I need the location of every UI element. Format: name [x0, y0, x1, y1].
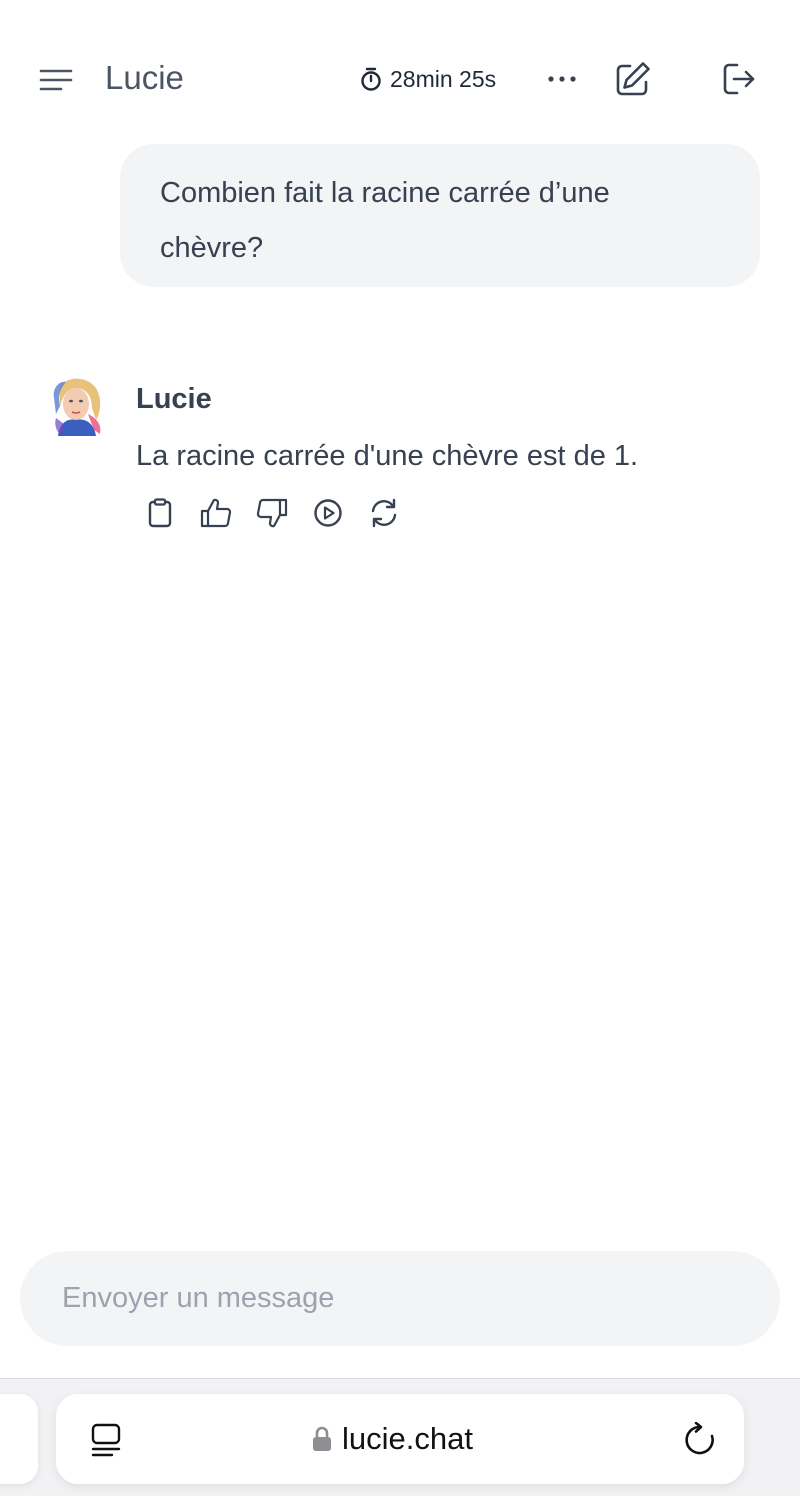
assistant-message-text: La racine carrée d'une chèvre est de 1. [136, 440, 639, 472]
timer-text: 28min 25s [390, 65, 497, 92]
reload-icon [685, 1422, 714, 1455]
regenerate-icon [371, 498, 397, 528]
thumbs-up-icon [200, 498, 232, 528]
user-message-text: Combien fait la racine carrée d’une chèv… [160, 177, 610, 264]
session-timer: 28min 25s [360, 62, 496, 96]
address-bar[interactable]: lucie.chat [56, 1394, 744, 1484]
top-bar: Lucie 28min 25s [0, 0, 800, 150]
url-display[interactable]: lucie.chat [312, 1419, 473, 1459]
thumbs-down-icon [256, 498, 288, 528]
new-chat-button[interactable] [612, 58, 654, 100]
url-text: lucie.chat [342, 1421, 473, 1456]
logout-button[interactable] [717, 58, 759, 100]
play-icon [314, 499, 342, 527]
read-aloud-button[interactable] [311, 496, 345, 530]
message-composer [20, 1251, 780, 1346]
menu-icon [39, 69, 73, 91]
menu-button[interactable] [38, 62, 74, 98]
copy-button[interactable] [143, 496, 177, 530]
more-options-button[interactable] [543, 62, 581, 96]
thumbs-up-button[interactable] [199, 496, 233, 530]
browser-toolbar: lucie.chat [0, 1378, 800, 1496]
avatar [48, 374, 104, 438]
copy-icon [148, 498, 172, 528]
edit-icon [616, 62, 650, 96]
previous-tab[interactable] [0, 1394, 38, 1484]
thumbs-down-button[interactable] [255, 496, 289, 530]
stopwatch-icon [361, 67, 381, 91]
assistant-name: Lucie [136, 383, 212, 415]
user-message-bubble: Combien fait la racine carrée d’une chèv… [120, 144, 760, 287]
more-icon [548, 76, 576, 82]
logout-icon [723, 63, 755, 95]
lock-icon [313, 1426, 331, 1451]
message-input[interactable] [60, 1281, 740, 1316]
tabs-button[interactable] [86, 1420, 126, 1460]
page-title: Lucie [105, 59, 184, 96]
assistant-avatar-image [53, 378, 101, 436]
regenerate-button[interactable] [367, 496, 401, 530]
tabs-icon [91, 1423, 121, 1457]
message-actions [143, 496, 401, 530]
reload-button[interactable] [680, 1420, 720, 1460]
